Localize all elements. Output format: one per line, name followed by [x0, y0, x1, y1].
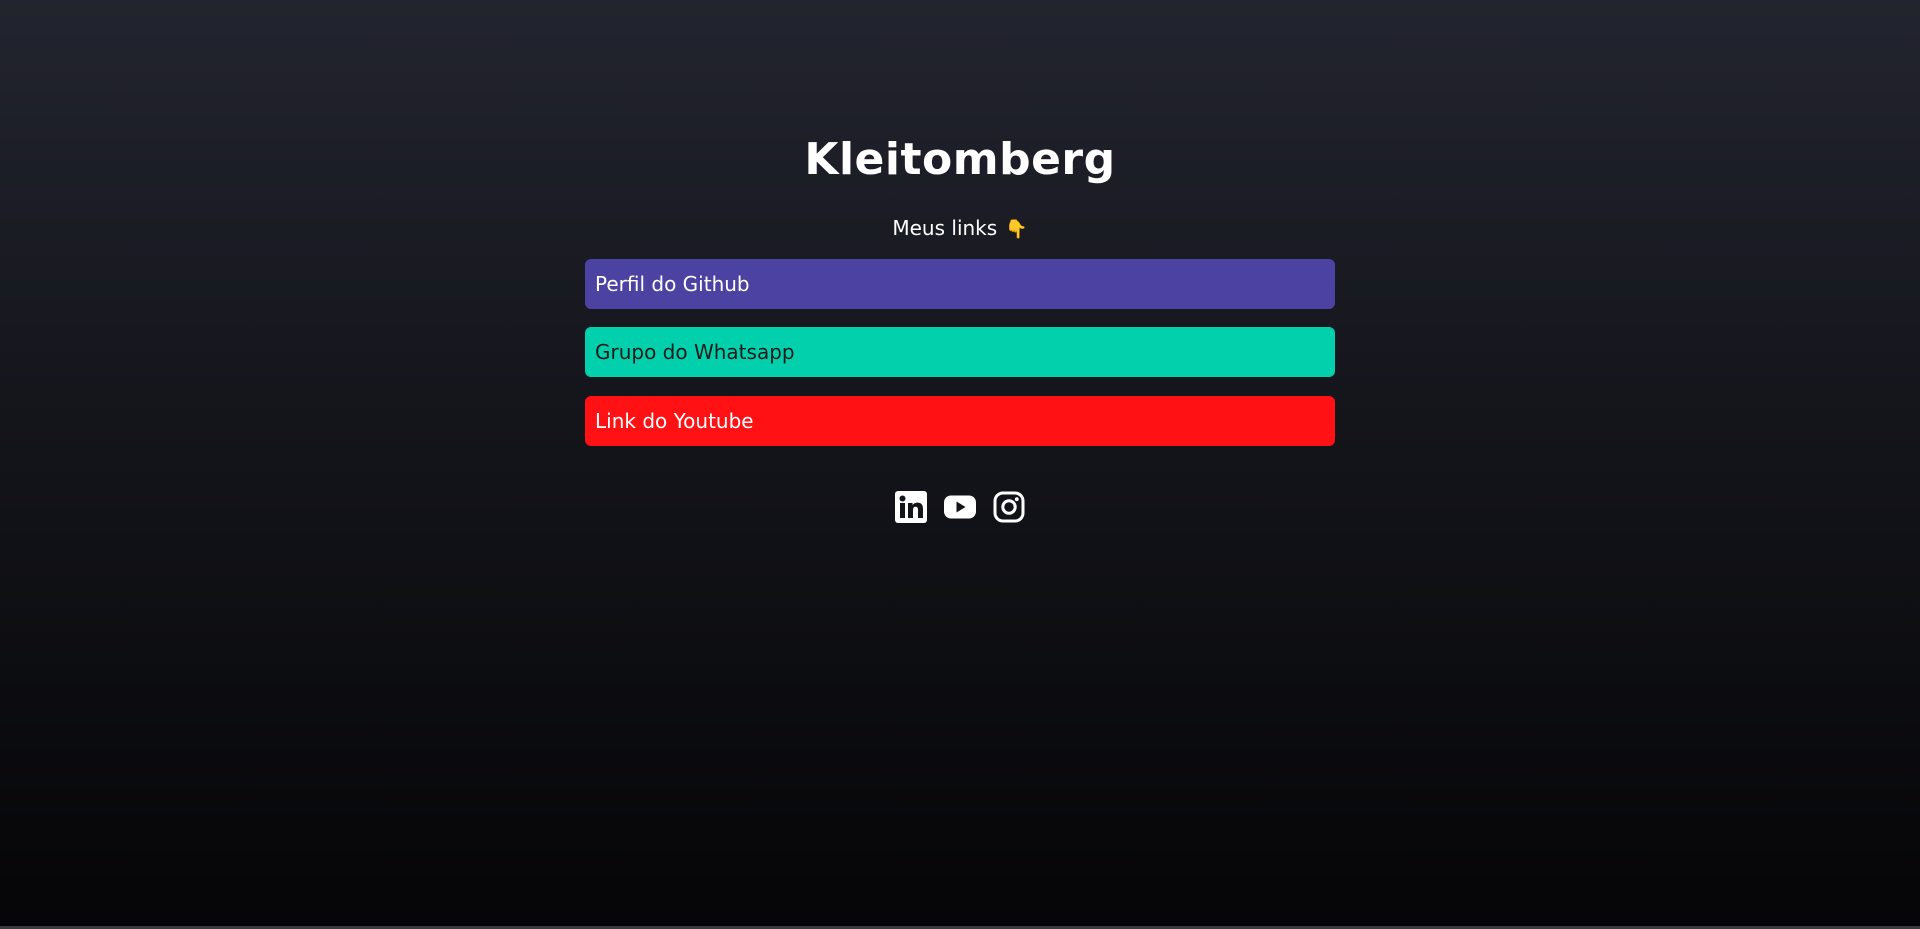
youtube-link[interactable]: Link do Youtube: [585, 396, 1335, 446]
instagram-icon[interactable]: [993, 490, 1026, 524]
social-icons: [0, 490, 1920, 524]
subtitle-text: Meus links: [892, 216, 998, 240]
link-tree-page: Kleitomberg Meus links 👇 Perfil do Github…: [0, 0, 1920, 926]
pointing-down-icon: 👇: [1005, 219, 1028, 240]
subtitle: Meus links 👇: [0, 214, 1920, 244]
whatsapp-group-link[interactable]: Grupo do Whatsapp: [585, 327, 1335, 377]
github-profile-link[interactable]: Perfil do Github: [585, 259, 1335, 309]
youtube-icon[interactable]: [944, 490, 977, 524]
linkedin-icon[interactable]: [895, 490, 928, 524]
links-list: Perfil do Github Grupo do Whatsapp Link …: [585, 259, 1335, 464]
profile-name: Kleitomberg: [804, 134, 1116, 185]
